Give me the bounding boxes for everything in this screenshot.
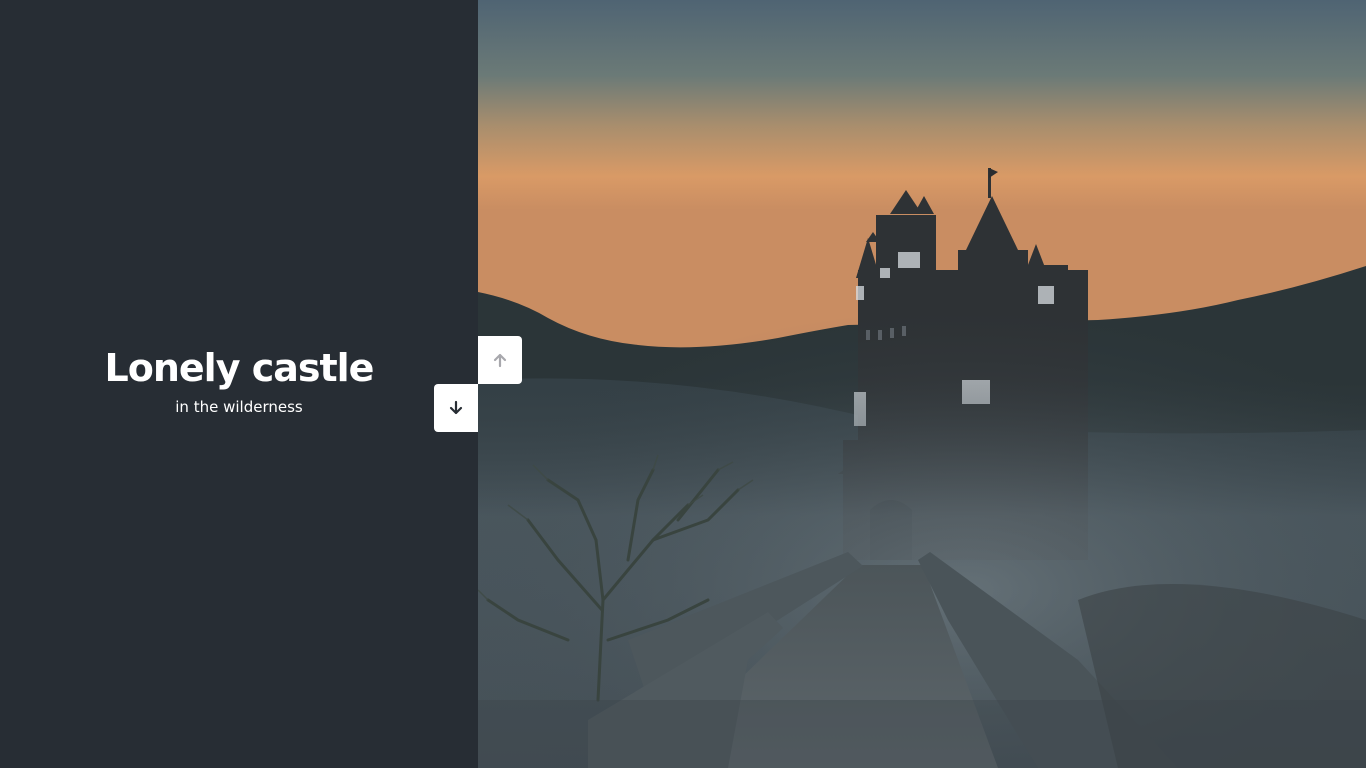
slide-down-button[interactable] [434,384,478,432]
slide-title: Lonely castle [104,346,375,390]
arrow-up-icon [493,353,507,368]
castle-photo [478,0,1366,768]
arrow-down-icon [449,400,463,415]
slide-subtitle: in the wilderness [175,398,303,416]
text-slide: Lonely castle in the wilderness [0,0,478,768]
image-slide [478,0,1366,768]
slider-page: Lonely castle in the wilderness [0,0,1366,768]
slide-up-button[interactable] [478,336,522,384]
